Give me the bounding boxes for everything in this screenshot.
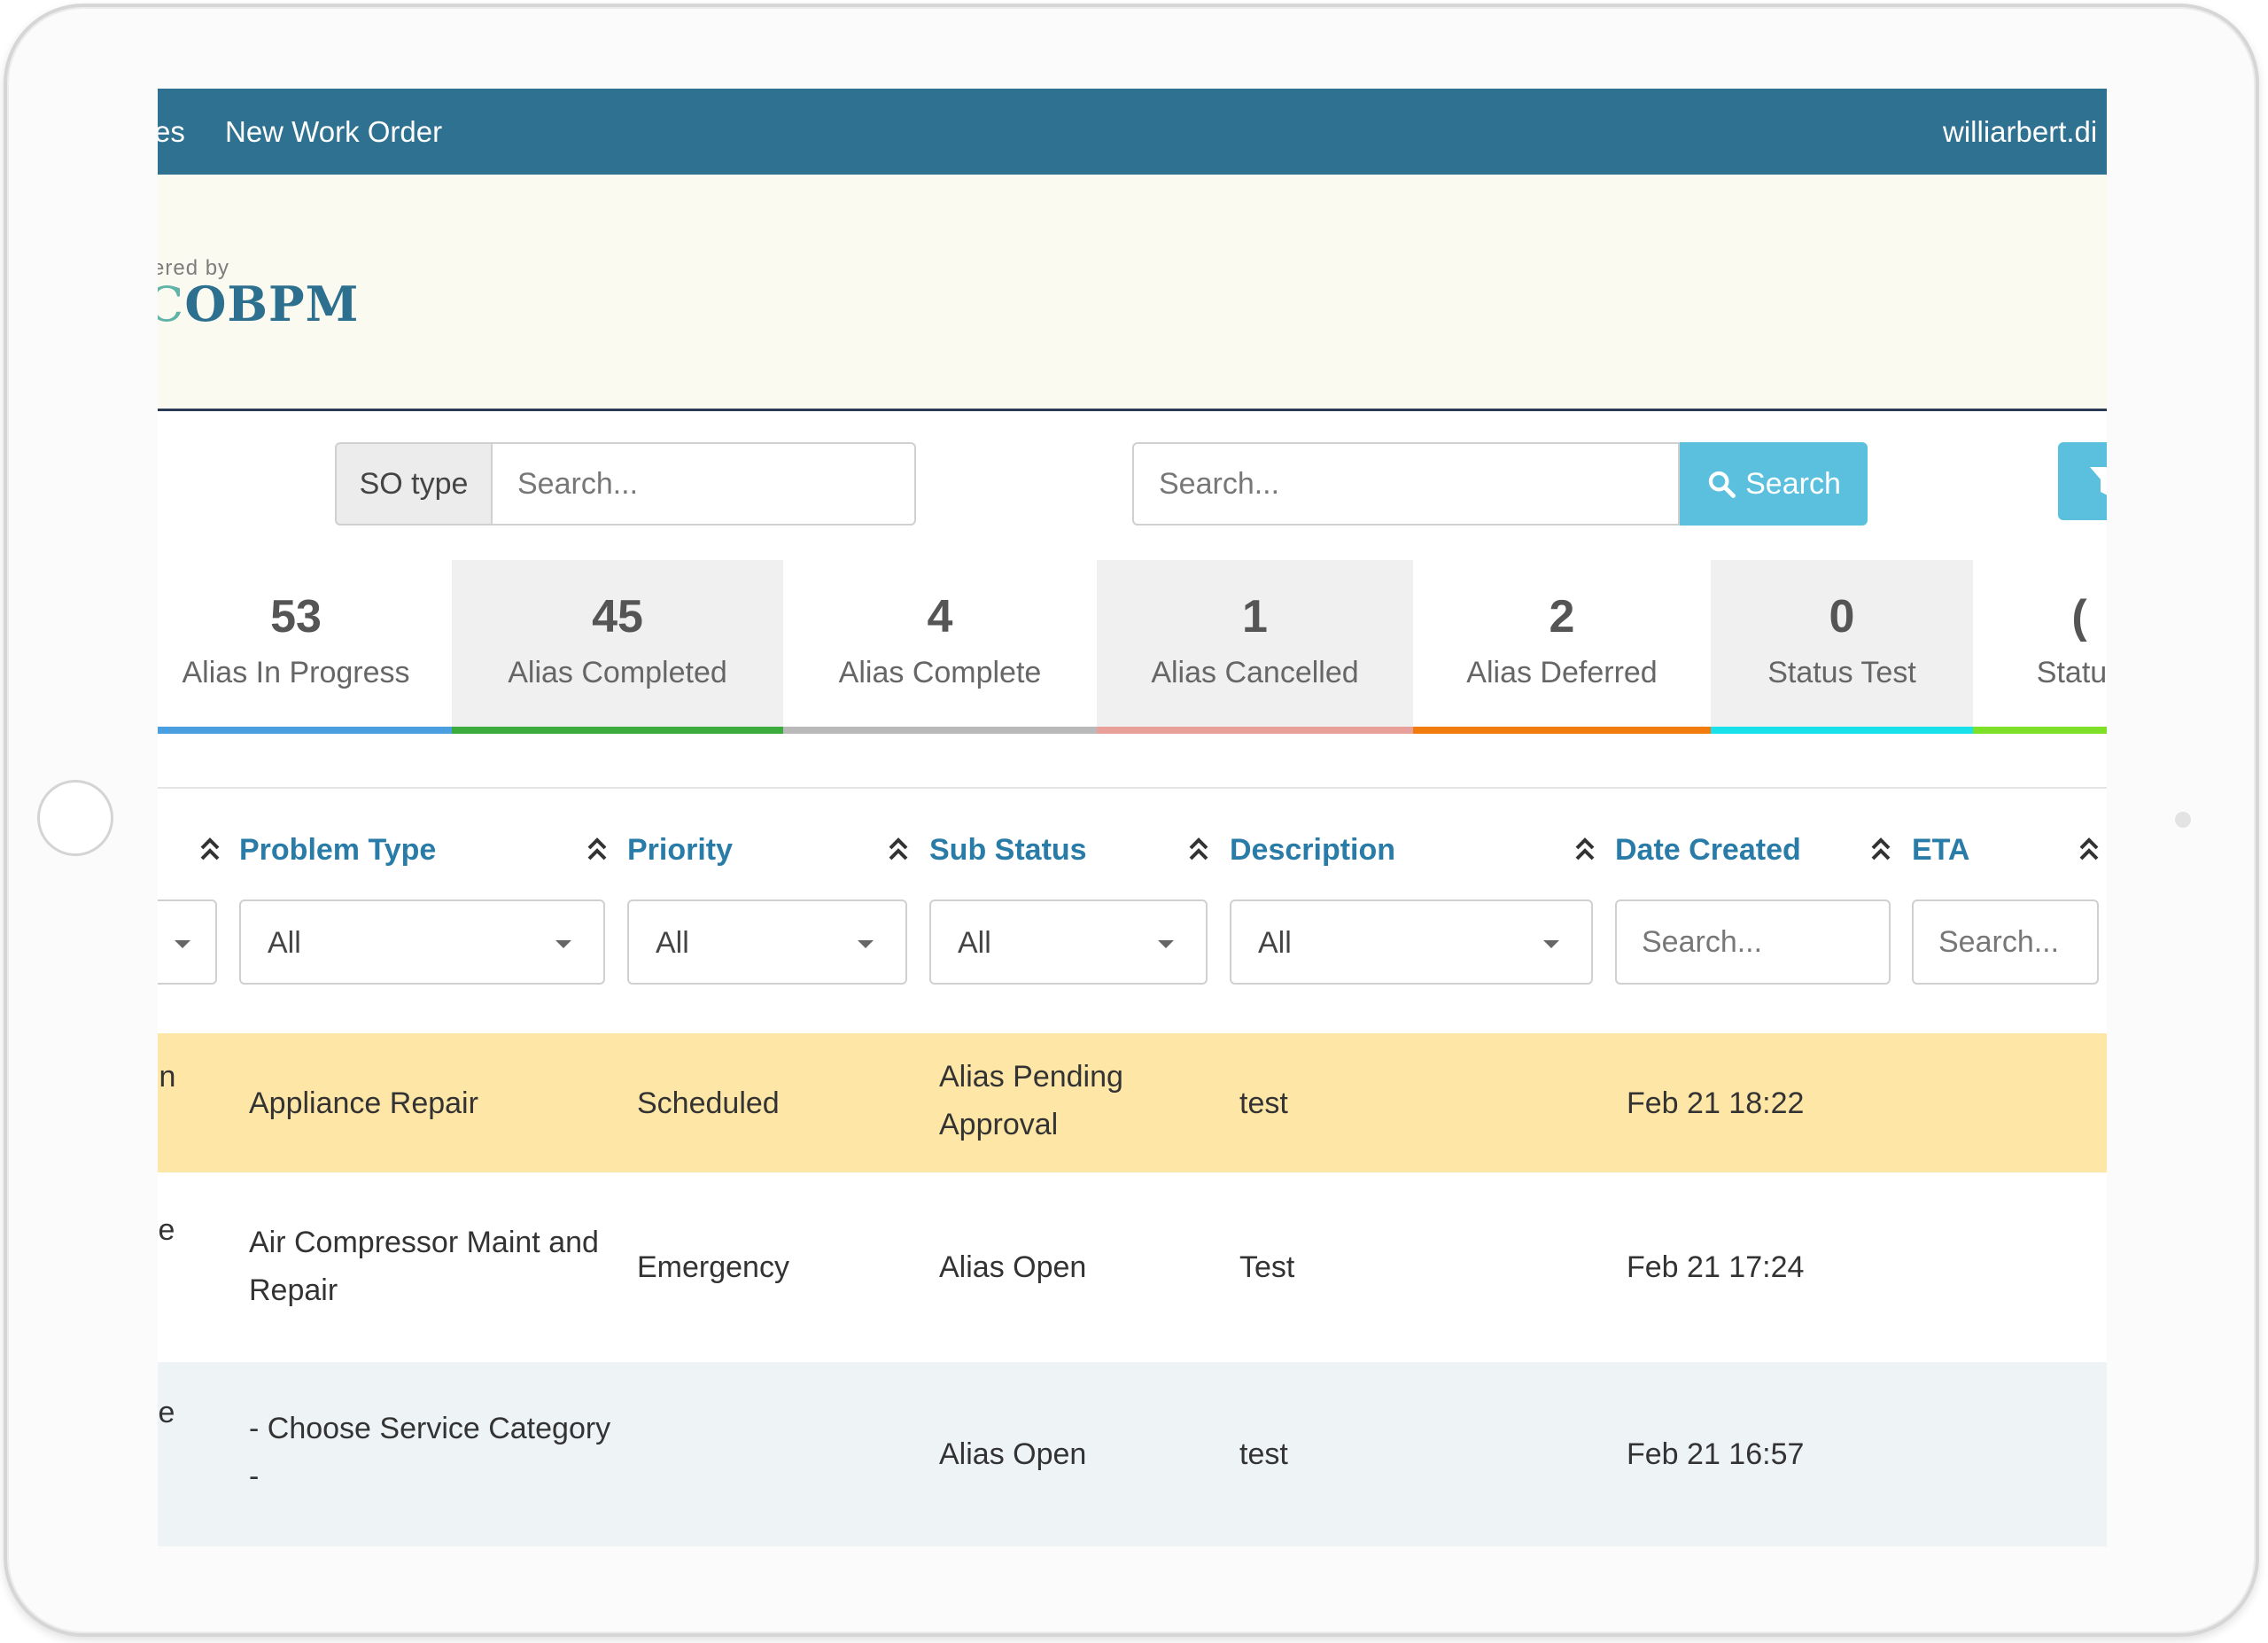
so-type-filter: SO type <box>335 442 916 526</box>
row-cell-description: test <box>1239 1086 1288 1120</box>
filter-eta-input[interactable] <box>1912 899 2099 985</box>
tile-label: Alias Cancelled <box>1151 656 1359 689</box>
column-header-priority[interactable]: Priority <box>627 833 733 868</box>
tile-count: 0 <box>1829 591 1855 642</box>
logo: COBPM <box>158 276 359 332</box>
tile-color-bar <box>1711 727 1973 734</box>
row-cell-partial: 'e <box>158 1213 175 1247</box>
row-cell-sub-status: Alias Pending Approval <box>939 1060 1123 1141</box>
row-cell-partial: in <box>158 1060 176 1094</box>
status-tile-deferred[interactable]: 2 Alias Deferred <box>1413 560 1711 734</box>
column-header-description[interactable]: Description <box>1230 833 1395 868</box>
tile-label: Status Test <box>1767 656 1916 689</box>
chevron-down-icon <box>555 940 571 948</box>
search-input[interactable] <box>1132 442 1680 526</box>
filter-priority[interactable]: All <box>627 899 907 985</box>
filter-select-partial[interactable] <box>158 899 217 985</box>
tile-count: 53 <box>270 591 322 642</box>
tile-label: Status <box>2036 656 2107 689</box>
row-cell-date-created: Feb 21 16:57 <box>1627 1437 1805 1471</box>
filter-icon <box>2090 467 2107 495</box>
logo-text: OBPM <box>184 276 360 332</box>
row-cell-problem-type: Appliance Repair <box>249 1086 478 1120</box>
row-cell-description: Test <box>1239 1250 1295 1284</box>
tile-count: 45 <box>592 591 643 642</box>
tile-label: Alias Deferred <box>1466 656 1658 689</box>
filter-sub-status[interactable]: All <box>929 899 1208 985</box>
filter-value: All <box>656 926 689 960</box>
header-banner: ered by COBPM <box>158 175 2107 411</box>
chevron-down-icon <box>1543 940 1559 948</box>
tile-count: 2 <box>1549 591 1575 642</box>
chevron-down-icon <box>1158 940 1174 948</box>
sort-icon[interactable] <box>1573 835 1597 865</box>
nav-item-partial[interactable]: es <box>158 115 185 149</box>
filter-button[interactable] <box>2058 442 2107 520</box>
status-tile-status[interactable]: ( Status <box>1973 560 2107 734</box>
logo-prefix: C <box>158 276 185 332</box>
top-navbar: es New Work Order williarbert.di <box>158 89 2107 175</box>
row-cell-priority: Emergency <box>637 1250 789 1284</box>
sort-icon[interactable] <box>198 835 222 865</box>
row-cell-sub-status: Alias Open <box>939 1437 1087 1471</box>
tile-label: Alias Complete <box>838 656 1042 689</box>
home-button[interactable] <box>37 780 113 856</box>
tile-color-bar <box>1413 727 1711 734</box>
status-tile-in-progress[interactable]: 53 Alias In Progress <box>158 560 452 734</box>
sort-icon[interactable] <box>2077 835 2101 865</box>
row-cell-sub-status: Alias Open <box>939 1250 1087 1284</box>
row-cell-partial: 'e <box>158 1396 175 1429</box>
table-row[interactable]: 'e - Choose Service Category - Alias Ope… <box>158 1362 2107 1546</box>
tile-color-bar <box>452 727 783 734</box>
column-header-problem-type[interactable]: Problem Type <box>239 833 436 868</box>
filter-value: All <box>268 926 301 960</box>
filter-description[interactable]: All <box>1230 899 1593 985</box>
tile-color-bar <box>783 727 1097 734</box>
search-icon <box>1708 471 1736 498</box>
column-header-eta[interactable]: ETA <box>1912 833 1969 868</box>
filter-problem-type[interactable]: All <box>239 899 605 985</box>
table-row[interactable]: in Appliance Repair Scheduled Alias Pend… <box>158 1033 2107 1172</box>
row-cell-description: test <box>1239 1437 1288 1471</box>
filter-date-created-input[interactable] <box>1615 899 1891 985</box>
user-menu[interactable]: williarbert.di <box>1943 115 2097 149</box>
camera-dot <box>2175 812 2191 828</box>
so-type-label: SO type <box>335 442 491 526</box>
tile-color-bar <box>1097 727 1413 734</box>
status-tile-status-test[interactable]: 0 Status Test <box>1711 560 1973 734</box>
tile-count: 1 <box>1242 591 1268 642</box>
filter-value: All <box>958 926 991 960</box>
column-header-sub-status[interactable]: Sub Status <box>929 833 1087 868</box>
nav-item-new-work-order[interactable]: New Work Order <box>225 115 442 149</box>
so-type-input[interactable] <box>491 442 916 526</box>
search-button-label: Search <box>1745 466 1841 501</box>
row-cell-date-created: Feb 21 18:22 <box>1627 1086 1805 1120</box>
tile-color-bar <box>1973 727 2107 734</box>
table-row[interactable]: 'e Air Compressor Maint and Repair Emerg… <box>158 1172 2107 1362</box>
section-divider <box>158 787 2107 789</box>
chevron-down-icon <box>175 940 190 948</box>
column-header-date-created[interactable]: Date Created <box>1615 833 1801 868</box>
tile-label: Alias In Progress <box>182 656 410 689</box>
row-cell-priority: Scheduled <box>637 1086 780 1120</box>
status-tile-complete[interactable]: 4 Alias Complete <box>783 560 1097 734</box>
row-cell-problem-type: Air Compressor Maint and Repair <box>249 1226 599 1307</box>
tile-color-bar <box>158 727 452 734</box>
sort-icon[interactable] <box>585 835 610 865</box>
sort-icon[interactable] <box>1186 835 1211 865</box>
row-cell-problem-type: - Choose Service Category - <box>249 1412 611 1493</box>
filter-value: All <box>1258 926 1292 960</box>
sort-icon[interactable] <box>886 835 911 865</box>
status-tile-cancelled[interactable]: 1 Alias Cancelled <box>1097 560 1413 734</box>
tile-count: ( <box>2071 591 2087 642</box>
search-button[interactable]: Search <box>1680 442 1868 526</box>
tile-count: 4 <box>927 591 953 642</box>
sort-icon[interactable] <box>1868 835 1893 865</box>
app-screen: es New Work Order williarbert.di ered by… <box>158 89 2107 1546</box>
row-cell-date-created: Feb 21 17:24 <box>1627 1250 1805 1284</box>
tile-label: Alias Completed <box>508 656 727 689</box>
chevron-down-icon <box>858 940 874 948</box>
status-tile-completed[interactable]: 45 Alias Completed <box>452 560 783 734</box>
